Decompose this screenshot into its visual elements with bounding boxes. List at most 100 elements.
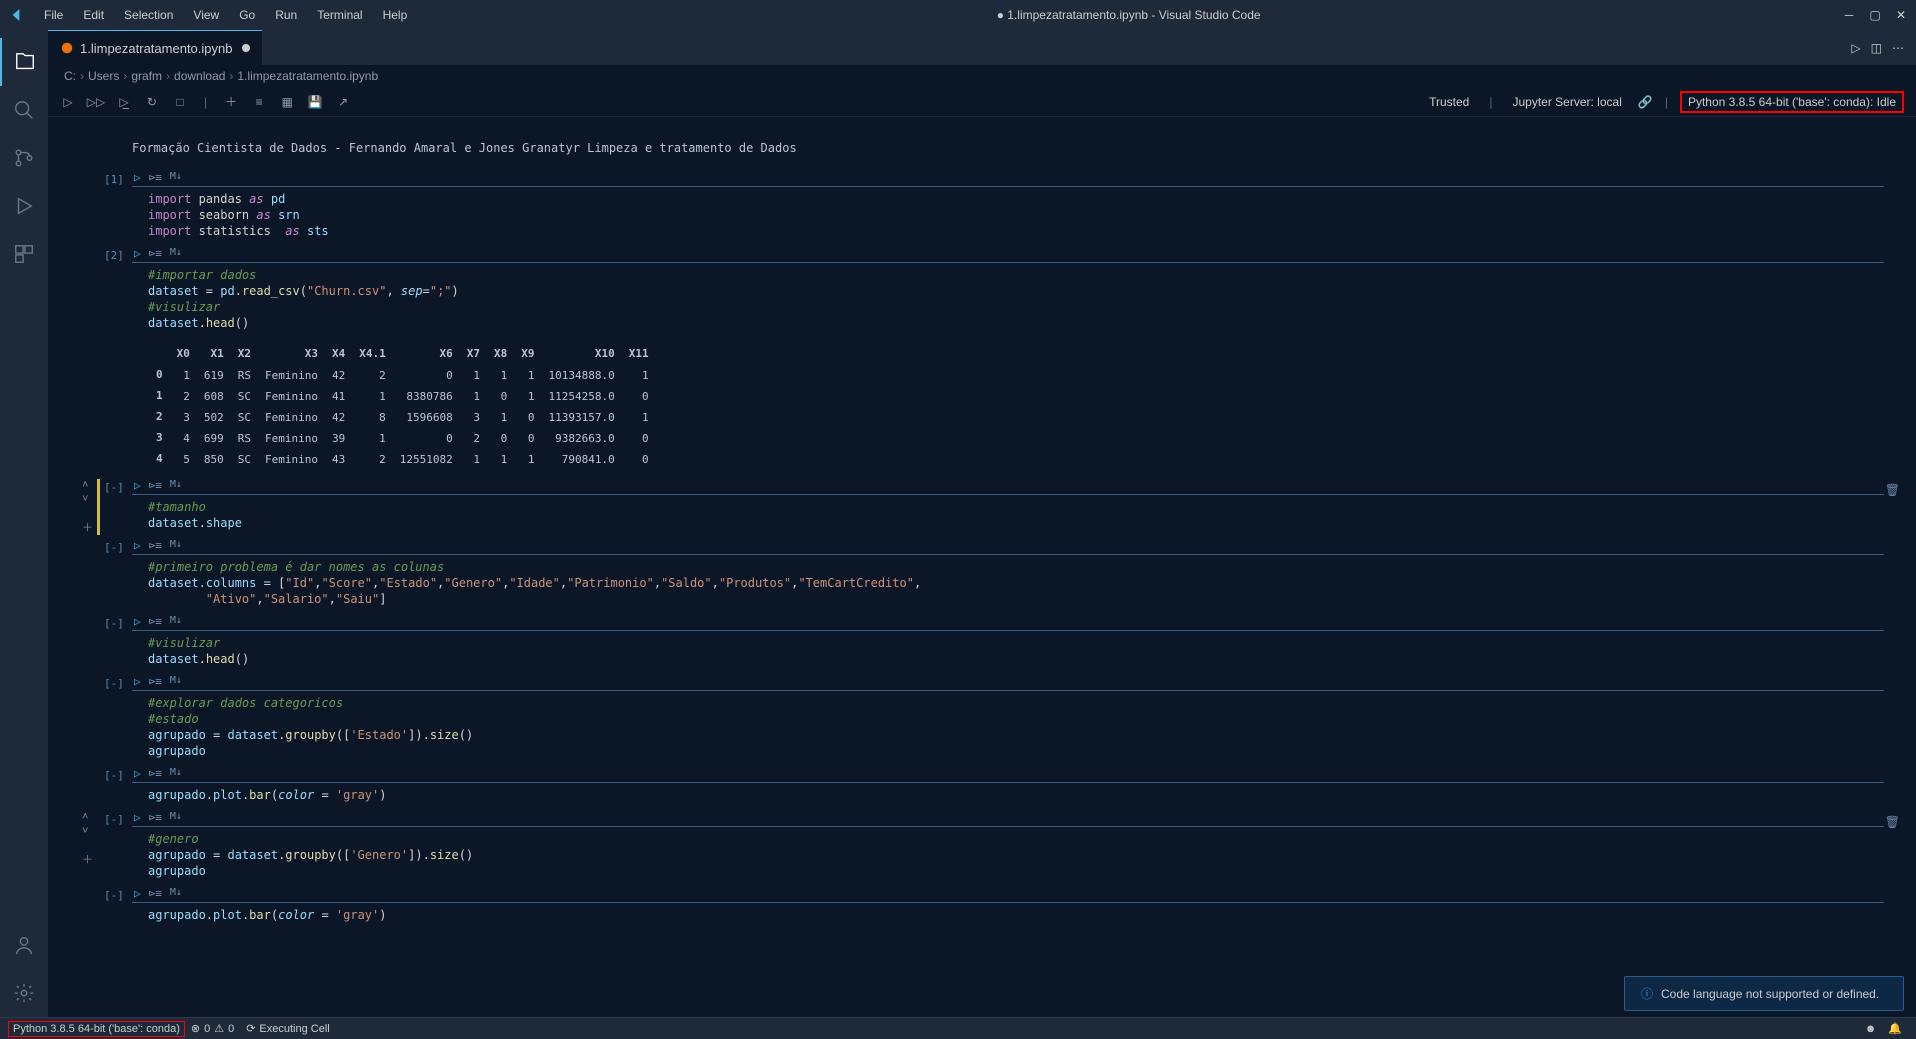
code-cell[interactable]: [-] ▷ ⊳≡ M↓ agrupado.plot.bar(color = 'g… <box>48 887 1916 927</box>
layout-icon[interactable]: ▦ <box>279 94 295 110</box>
menu-terminal[interactable]: Terminal <box>309 4 370 26</box>
settings-icon[interactable] <box>0 969 48 1017</box>
status-kernel[interactable]: Python 3.8.5 64-bit ('base': conda) <box>8 1021 185 1037</box>
close-icon[interactable]: ✕ <box>1894 8 1908 22</box>
save-icon[interactable]: 💾 <box>307 94 323 110</box>
interrupt-icon[interactable]: □ <box>172 94 188 110</box>
jupyter-server-status[interactable]: Jupyter Server: local <box>1504 93 1629 111</box>
run-line-icon[interactable]: ⊳≡ <box>149 615 162 628</box>
menu-go[interactable]: Go <box>231 4 263 26</box>
trusted-status[interactable]: Trusted <box>1421 93 1477 111</box>
cell-type-icon[interactable]: M↓ <box>170 247 182 260</box>
code-cell[interactable]: [2] ▷ ⊳≡ M↓ #importar dados dataset = pd… <box>48 247 1916 471</box>
crumb-users[interactable]: Users <box>88 69 119 83</box>
menu-run[interactable]: Run <box>267 4 305 26</box>
run-icon[interactable]: ▷ <box>134 171 141 184</box>
code-cell-active[interactable]: ˄ ˅ ＋ [-] 🗑 ▷ ⊳≡ M↓ #tamanho dataset.sha… <box>48 479 1916 535</box>
run-below-icon[interactable]: ▷̲ <box>116 94 132 110</box>
code-cell[interactable]: [-] ▷ ⊳≡ M↓ #visulizar dataset.head() <box>48 615 1916 671</box>
cell-type-icon[interactable]: M↓ <box>170 767 182 780</box>
cell-type-icon[interactable]: M↓ <box>170 887 182 900</box>
code-content[interactable]: #genero agrupado = dataset.groupby(['Gen… <box>132 826 1884 883</box>
code-content[interactable]: #tamanho dataset.shape <box>132 494 1884 535</box>
add-below-icon[interactable]: ＋ <box>82 519 93 535</box>
code-content[interactable]: #explorar dados categoricos #estado agru… <box>132 690 1884 763</box>
explorer-icon[interactable] <box>0 38 48 86</box>
cell-type-icon[interactable]: M↓ <box>170 171 182 184</box>
run-icon[interactable]: ▷ <box>134 675 141 688</box>
run-line-icon[interactable]: ⊳≡ <box>149 675 162 688</box>
run-line-icon[interactable]: ⊳≡ <box>149 767 162 780</box>
feedback-icon[interactable]: ☻ <box>1859 1022 1883 1035</box>
move-down-icon[interactable]: ˅ <box>82 493 93 505</box>
cell-type-icon[interactable]: M↓ <box>170 479 182 492</box>
minimize-icon[interactable]: ─ <box>1842 8 1856 22</box>
run-line-icon[interactable]: ⊳≡ <box>149 539 162 552</box>
menu-view[interactable]: View <box>185 4 227 26</box>
code-content[interactable]: agrupado.plot.bar(color = 'gray') <box>132 782 1884 807</box>
bell-icon[interactable]: 🔔 <box>1882 1022 1908 1035</box>
code-cell[interactable]: [-] ▷ ⊳≡ M↓ agrupado.plot.bar(color = 'g… <box>48 767 1916 807</box>
cell-type-icon[interactable]: M↓ <box>170 539 182 552</box>
crumb-drive[interactable]: C: <box>64 69 76 83</box>
move-down-icon[interactable]: ˅ <box>82 825 93 837</box>
cell-type-icon[interactable]: M↓ <box>170 615 182 628</box>
markdown-cell[interactable]: Formação Cientista de Dados - Fernando A… <box>48 137 1916 171</box>
run-line-icon[interactable]: ⊳≡ <box>149 811 162 824</box>
extensions-icon[interactable] <box>0 230 48 278</box>
status-executing[interactable]: ⟳ Executing Cell <box>240 1022 336 1035</box>
menu-file[interactable]: File <box>36 4 71 26</box>
run-icon[interactable]: ▷ <box>134 247 141 260</box>
export-icon[interactable]: ↗ <box>335 94 351 110</box>
crumb-file[interactable]: 1.limpezatratamento.ipynb <box>237 69 378 83</box>
notification-toast[interactable]: ⓘ Code language not supported or defined… <box>1624 976 1904 1011</box>
delete-cell-icon[interactable]: 🗑 <box>1885 815 1900 829</box>
code-cell[interactable]: [-] ▷ ⊳≡ M↓ #explorar dados categoricos … <box>48 675 1916 763</box>
code-content[interactable]: #primeiro problema é dar nomes as coluna… <box>132 554 1884 611</box>
menu-edit[interactable]: Edit <box>75 4 112 26</box>
cell-type-icon[interactable]: M↓ <box>170 811 182 824</box>
maximize-icon[interactable]: ▢ <box>1868 8 1882 22</box>
run-cell-icon[interactable]: ▷ <box>60 94 76 110</box>
restart-icon[interactable]: ↻ <box>144 94 160 110</box>
variable-icon[interactable]: ≡ <box>251 94 267 110</box>
code-cell[interactable]: [-] ▷ ⊳≡ M↓ #primeiro problema é dar nom… <box>48 539 1916 611</box>
menu-selection[interactable]: Selection <box>116 4 181 26</box>
run-all-icon[interactable]: ▷ <box>1851 41 1860 55</box>
notebook-body[interactable]: Formação Cientista de Dados - Fernando A… <box>48 117 1916 1017</box>
run-icon[interactable]: ▷ <box>134 811 141 824</box>
code-content[interactable]: #importar dados dataset = pd.read_csv("C… <box>132 262 1884 335</box>
code-content[interactable]: agrupado.plot.bar(color = 'gray') <box>132 902 1884 927</box>
run-line-icon[interactable]: ⊳≡ <box>149 479 162 492</box>
split-editor-icon[interactable]: ◫ <box>1871 41 1882 55</box>
crumb-user[interactable]: grafm <box>131 69 162 83</box>
run-debug-icon[interactable] <box>0 182 48 230</box>
menu-help[interactable]: Help <box>375 4 416 26</box>
status-problems[interactable]: ⊗0 ⚠0 <box>185 1022 240 1035</box>
run-all-cells-icon[interactable]: ▷▷ <box>88 94 104 110</box>
run-line-icon[interactable]: ⊳≡ <box>149 247 162 260</box>
search-icon[interactable] <box>0 86 48 134</box>
move-up-icon[interactable]: ˄ <box>82 479 93 491</box>
add-below-icon[interactable]: ＋ <box>82 851 93 867</box>
delete-cell-icon[interactable]: 🗑 <box>1885 483 1900 497</box>
server-link-icon[interactable]: 🔗 <box>1638 95 1653 109</box>
tab-notebook[interactable]: 1.limpezatratamento.ipynb <box>48 30 262 65</box>
run-line-icon[interactable]: ⊳≡ <box>149 887 162 900</box>
account-icon[interactable] <box>0 921 48 969</box>
move-up-icon[interactable]: ˄ <box>82 811 93 823</box>
run-icon[interactable]: ▷ <box>134 479 141 492</box>
more-actions-icon[interactable]: ⋯ <box>1892 41 1904 55</box>
kernel-status[interactable]: Python 3.8.5 64-bit ('base': conda): Idl… <box>1680 91 1904 113</box>
code-cell[interactable]: ˄ ˅ ＋ [-] 🗑 ▷ ⊳≡ M↓ #genero agrupado = d… <box>48 811 1916 883</box>
crumb-download[interactable]: download <box>174 69 225 83</box>
run-line-icon[interactable]: ⊳≡ <box>149 171 162 184</box>
run-icon[interactable]: ▷ <box>134 615 141 628</box>
cell-type-icon[interactable]: M↓ <box>170 675 182 688</box>
run-icon[interactable]: ▷ <box>134 887 141 900</box>
add-cell-icon[interactable]: ＋ <box>223 94 239 110</box>
run-icon[interactable]: ▷ <box>134 767 141 780</box>
code-content[interactable]: import pandas as pd import seaborn as sr… <box>132 186 1884 243</box>
breadcrumbs[interactable]: C: › Users › grafm › download › 1.limpez… <box>48 65 1916 87</box>
code-cell[interactable]: [1] ▷ ⊳≡ M↓ import pandas as pd import s… <box>48 171 1916 243</box>
